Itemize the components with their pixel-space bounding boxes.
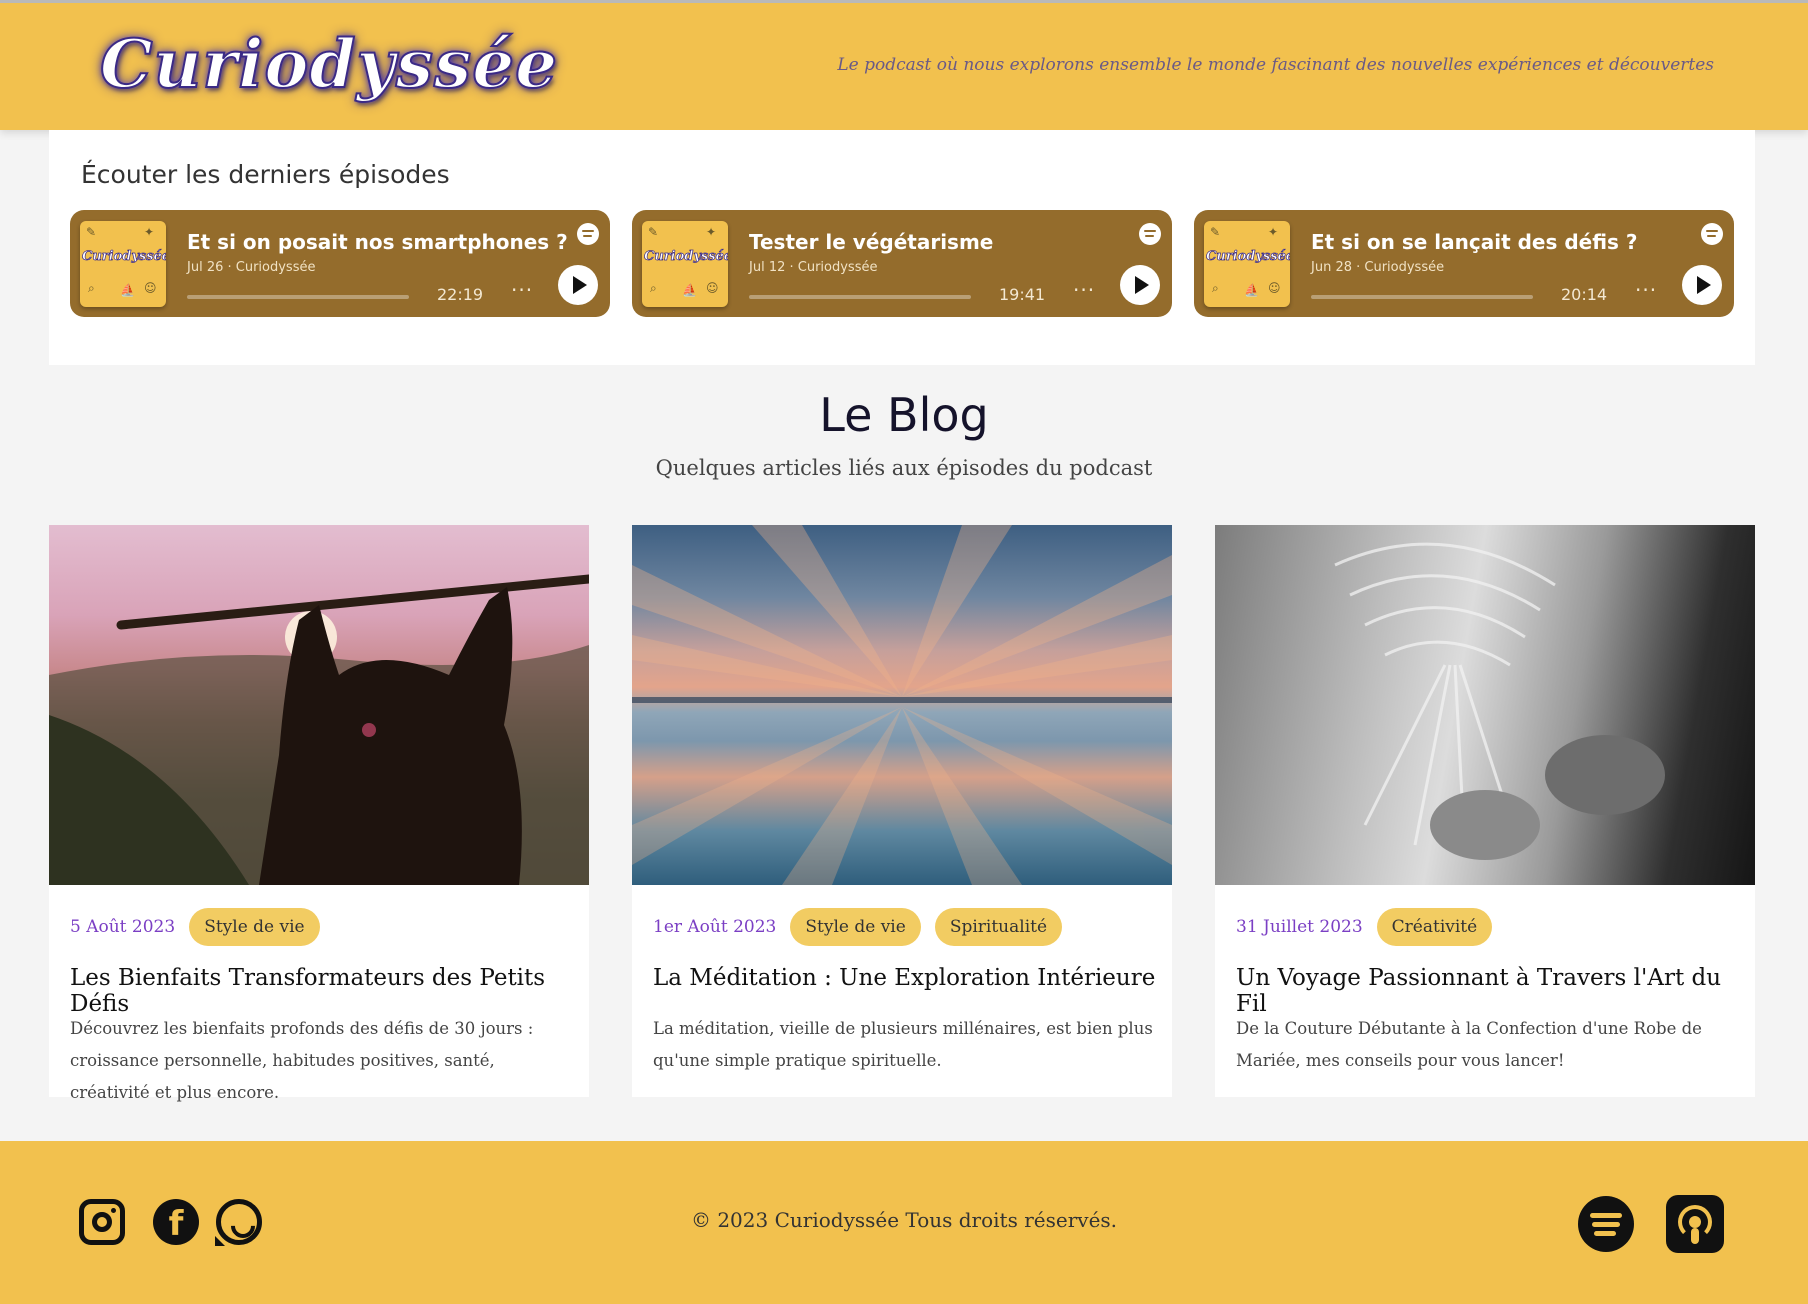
post-title[interactable]: Les Bienfaits Transformateurs des Petits… bbox=[70, 965, 575, 1017]
play-button[interactable] bbox=[1682, 265, 1722, 305]
sea-illustration bbox=[632, 525, 1172, 885]
spotify-icon[interactable] bbox=[577, 223, 599, 245]
episode-meta: Jun 28 · Curiodyssée bbox=[1311, 260, 1445, 275]
progress-bar[interactable] bbox=[749, 295, 971, 299]
blog-post-card[interactable]: 5 Août 2023 Style de vie Les Bienfaits T… bbox=[49, 525, 589, 1102]
progress-bar[interactable] bbox=[1311, 295, 1533, 299]
tag-creativite[interactable]: Créativité bbox=[1376, 908, 1493, 946]
post-image-wedding-dress[interactable] bbox=[1215, 525, 1755, 885]
boat-doodle-icon: ⛵ bbox=[1244, 283, 1259, 297]
episode-duration: 20:14 bbox=[1561, 285, 1608, 304]
post-meta: 5 Août 2023 Style de vie bbox=[70, 906, 320, 948]
magnifier-doodle-icon: ⌕ bbox=[650, 281, 657, 295]
tag-spiritualite[interactable]: Spiritualité bbox=[934, 908, 1063, 946]
lightbulb-doodle-icon: ✎ bbox=[1210, 225, 1221, 239]
bulb-doodle-icon: ✦ bbox=[1268, 225, 1279, 239]
progress-bar[interactable] bbox=[187, 295, 409, 299]
cover-logo: Curiodyssée bbox=[82, 249, 166, 265]
globe-doodle-icon: ☺ bbox=[144, 281, 157, 295]
blog-post-card[interactable]: 1er Août 2023 Style de vie Spiritualité … bbox=[632, 525, 1172, 1097]
lightbulb-doodle-icon: ✎ bbox=[648, 225, 659, 239]
bulb-doodle-icon: ✦ bbox=[706, 225, 717, 239]
post-date: 31 Juillet 2023 bbox=[1236, 917, 1363, 937]
episode-meta: Jul 26 · Curiodyssée bbox=[187, 260, 316, 275]
magnifier-doodle-icon: ⌕ bbox=[1212, 281, 1219, 295]
post-excerpt: La méditation, vieille de plusieurs mill… bbox=[653, 1019, 1153, 1070]
episode-title[interactable]: Tester le végétarisme bbox=[749, 230, 993, 254]
post-excerpt: Découvrez les bienfaits profonds des déf… bbox=[70, 1019, 534, 1102]
more-options-icon[interactable]: ··· bbox=[1073, 278, 1095, 302]
episode-title[interactable]: Et si on se lançait des défis ? bbox=[1311, 230, 1638, 254]
episode-duration: 22:19 bbox=[437, 285, 484, 304]
site-header: Curiodyssée Le podcast où nous explorons… bbox=[0, 0, 1808, 130]
post-date: 5 Août 2023 bbox=[70, 917, 176, 937]
dress-illustration bbox=[1334, 542, 1665, 860]
lightbulb-doodle-icon: ✎ bbox=[86, 225, 97, 239]
tag-style-de-vie[interactable]: Style de vie bbox=[790, 908, 921, 946]
site-footer: f © 2023 Curiodyssée Tous droits réservé… bbox=[0, 1141, 1808, 1304]
post-meta: 31 Juillet 2023 Créativité bbox=[1236, 906, 1493, 948]
post-meta: 1er Août 2023 Style de vie Spiritualité bbox=[653, 906, 1063, 948]
post-image-sea-sunset[interactable] bbox=[632, 525, 1172, 885]
more-options-icon[interactable]: ··· bbox=[511, 278, 533, 302]
bulb-doodle-icon: ✦ bbox=[144, 225, 155, 239]
more-options-icon[interactable]: ··· bbox=[1635, 278, 1657, 302]
cover-logo: Curiodyssée bbox=[1206, 249, 1290, 265]
episode-player[interactable]: ✎ ✦ Curiodyssée ⌕ ⛵ ☺ Et si on se lançai… bbox=[1194, 210, 1734, 317]
episode-cover-image: ✎ ✦ Curiodyssée ⌕ ⛵ ☺ bbox=[642, 221, 728, 307]
play-button[interactable] bbox=[1120, 265, 1160, 305]
episode-player[interactable]: ✎ ✦ Curiodyssée ⌕ ⛵ ☺ Tester le végétari… bbox=[632, 210, 1172, 317]
episode-duration: 19:41 bbox=[999, 285, 1046, 304]
tag-style-de-vie[interactable]: Style de vie bbox=[189, 908, 320, 946]
episode-player[interactable]: ✎ ✦ Curiodyssée ⌕ ⛵ ☺ Et si on posait no… bbox=[70, 210, 610, 317]
post-image-sunset-woman[interactable] bbox=[49, 525, 589, 885]
spotify-icon[interactable] bbox=[1701, 223, 1723, 245]
spotify-icon[interactable] bbox=[1578, 1196, 1634, 1252]
blog-subtitle: Quelques articles liés aux épisodes du p… bbox=[655, 456, 1153, 480]
episode-meta: Jul 12 · Curiodyssée bbox=[749, 260, 878, 275]
blog-title: Le Blog bbox=[819, 388, 989, 442]
spotify-icon[interactable] bbox=[1139, 223, 1161, 245]
globe-doodle-icon: ☺ bbox=[1268, 281, 1281, 295]
post-date: 1er Août 2023 bbox=[653, 917, 777, 937]
apple-podcasts-icon[interactable] bbox=[1666, 1195, 1724, 1253]
globe-doodle-icon: ☺ bbox=[706, 281, 719, 295]
post-title[interactable]: La Méditation : Une Exploration Intérieu… bbox=[653, 965, 1158, 991]
episode-cover-image: ✎ ✦ Curiodyssée ⌕ ⛵ ☺ bbox=[1204, 221, 1290, 307]
magnifier-doodle-icon: ⌕ bbox=[88, 281, 95, 295]
sunset-illustration bbox=[49, 574, 589, 885]
copyright-text: © 2023 Curiodyssée Tous droits réservés. bbox=[690, 1208, 1118, 1232]
site-logo[interactable]: Curiodyssée bbox=[99, 24, 558, 104]
section-title: Écouter les derniers épisodes bbox=[81, 160, 450, 189]
boat-doodle-icon: ⛵ bbox=[120, 283, 135, 297]
episode-cover-image: ✎ ✦ Curiodyssée ⌕ ⛵ ☺ bbox=[80, 221, 166, 307]
boat-doodle-icon: ⛵ bbox=[682, 283, 697, 297]
post-title[interactable]: Un Voyage Passionnant à Travers l'Art du… bbox=[1236, 965, 1741, 1017]
episode-title[interactable]: Et si on posait nos smartphones ? bbox=[187, 230, 568, 254]
latest-episodes-section: Écouter les derniers épisodes ✎ ✦ Curiod… bbox=[49, 130, 1755, 365]
site-tagline: Le podcast où nous explorons ensemble le… bbox=[837, 55, 1714, 75]
play-button[interactable] bbox=[558, 265, 598, 305]
cover-logo: Curiodyssée bbox=[644, 249, 728, 265]
blog-post-card[interactable]: 31 Juillet 2023 Créativité Un Voyage Pas… bbox=[1215, 525, 1755, 1097]
post-excerpt: De la Couture Débutante à la Confection … bbox=[1236, 1019, 1702, 1070]
